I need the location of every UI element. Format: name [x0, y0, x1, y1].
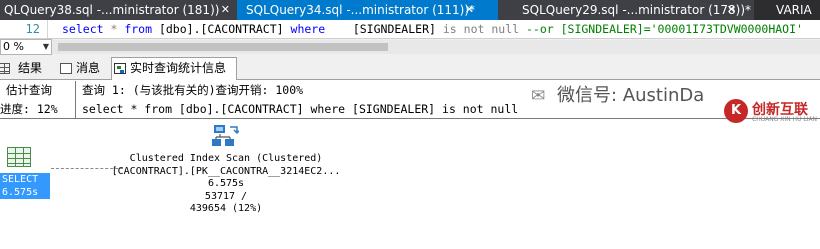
code-line[interactable]: select * from [dbo].[CACONTRACT] where […: [62, 20, 803, 38]
tab-live-query-statistics[interactable]: 实时查询统计信息: [111, 57, 237, 80]
query-text: select * from [dbo].[CACONTRACT] where […: [82, 102, 519, 116]
scan-operator-name: Clustered Index Scan (Clustered): [129, 153, 323, 164]
zoom-bar: 0 % ▼: [0, 38, 820, 55]
tab-label: VARIA: [776, 3, 812, 17]
select-node-label[interactable]: SELECT 6.575s: [0, 173, 50, 199]
sql-editor[interactable]: 12 select * from [dbo].[CACONTRACT] wher…: [0, 20, 820, 38]
close-icon[interactable]: ✕: [465, 0, 474, 20]
document-tab-query34[interactable]: SQLQuery34.sql -...ministrator (111))* ✕: [237, 0, 498, 20]
keyword-from: from: [124, 22, 153, 36]
code-comment: --or [SIGNDEALER]='00001I73TDVW0000HAOI': [526, 22, 803, 36]
keyword-select: select: [62, 22, 104, 36]
document-tab-varia[interactable]: VARIA: [754, 0, 820, 20]
execution-plan-icon: [114, 63, 126, 74]
scrollbar-thumb[interactable]: [58, 43, 388, 51]
keyword-not: not: [463, 22, 485, 36]
keyword-is: is: [442, 22, 457, 36]
scan-rows-estimated: 439654 (12%): [189, 203, 263, 215]
tab-label: QLQuery38.sql -...ministrator (181)): [4, 3, 220, 17]
zoom-value: 0 %: [3, 40, 24, 53]
document-tab-bar: QLQuery38.sql -...ministrator (181)) ✕ S…: [0, 0, 820, 20]
tab-results-label: 结果: [18, 61, 43, 75]
brand-logo-mark: K: [724, 99, 748, 123]
grid-icon: [0, 63, 10, 74]
scan-rows-actual: 53717 /: [204, 190, 248, 202]
chevron-down-icon: ▼: [42, 42, 49, 51]
keyword-null: null: [491, 22, 520, 36]
tab-label: SQLQuery34.sql -...ministrator (111))*: [246, 3, 476, 17]
watermark-text: 微信号: AustinDa: [557, 85, 705, 106]
code-column: [SIGNDEALER]: [325, 22, 443, 36]
tab-messages-label: 消息: [76, 61, 101, 75]
code-table: [dbo].[CACONTRACT]: [152, 22, 291, 36]
close-icon[interactable]: ✕: [221, 0, 230, 20]
result-tab-bar: 结果 消息 实时查询统计信息: [0, 55, 820, 80]
line-number: 12: [25, 22, 40, 36]
select-node-name: SELECT: [2, 174, 39, 185]
progress-label: 进度: 12%: [0, 102, 58, 116]
scan-elapsed-time: 6.575s: [207, 178, 245, 190]
close-icon[interactable]: ✕: [727, 0, 736, 20]
scan-object-name: [CACONTRACT].[PK__CACONTRA__3214EC2...: [111, 165, 341, 177]
message-icon: [60, 63, 72, 74]
tab-messages[interactable]: 消息: [58, 58, 105, 79]
keyword-where: where: [290, 22, 326, 36]
tab-label: SQLQuery29.sql -...ministrator (178))*: [522, 3, 752, 17]
wechat-watermark: ✉ 微信号: AustinDa: [531, 81, 731, 107]
select-node-icon[interactable]: [7, 147, 31, 167]
document-tab-query38[interactable]: QLQuery38.sql -...ministrator (181)) ✕: [0, 0, 237, 20]
document-tab-query29[interactable]: SQLQuery29.sql -...ministrator (178))* ✕: [498, 0, 754, 20]
execution-plan-canvas[interactable]: SELECT 6.575s Clustered Index Scan (Clus…: [0, 120, 820, 249]
brand-logo: K 创新互联 CHUANG XIN HU LIAN: [724, 97, 820, 125]
estimated-progress-cell: 估计查询 进度: 12%: [0, 81, 76, 118]
horizontal-scrollbar[interactable]: [52, 40, 820, 54]
zoom-select[interactable]: 0 % ▼: [0, 39, 52, 55]
tab-live-stats-label: 实时查询统计信息: [130, 61, 227, 75]
editor-margin: [47, 20, 48, 38]
wechat-icon: ✉: [531, 86, 546, 106]
estimated-query-label: 估计查询: [6, 83, 52, 97]
tab-results[interactable]: 结果: [0, 58, 44, 79]
clustered-index-scan-node[interactable]: Clustered Index Scan (Clustered) [CACONTR…: [100, 153, 352, 216]
clustered-index-scan-icon[interactable]: [211, 124, 239, 150]
select-node-time: 6.575s: [2, 187, 39, 198]
code-star: *: [103, 22, 125, 36]
brand-subtitle: CHUANG XIN HU LIAN: [752, 116, 818, 123]
query-cost-text: 查询 1: (与该批有关的)查询开销: 100%: [82, 83, 304, 97]
